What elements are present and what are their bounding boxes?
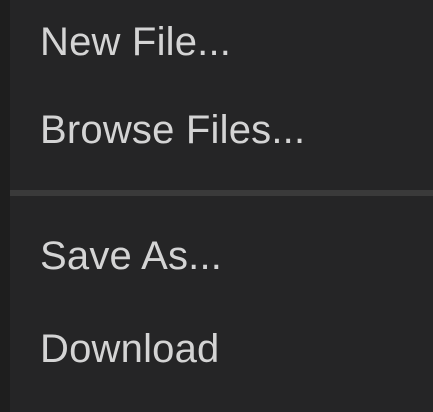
menu-item-label: Browse Files... — [40, 107, 306, 152]
menu-item-label: New File... — [40, 19, 232, 64]
menu-group-save: Save As... Download — [10, 210, 433, 396]
menu-item-save-as[interactable]: Save As... — [10, 210, 433, 303]
file-context-menu: New File... Browse Files... Save As... D… — [0, 0, 433, 412]
menu-group-file: New File... Browse Files... — [10, 0, 433, 176]
menu-item-browse-files[interactable]: Browse Files... — [10, 84, 433, 176]
menu-item-new-file[interactable]: New File... — [10, 0, 433, 84]
menu-item-label: Download — [40, 327, 220, 371]
menu-separator — [10, 190, 433, 196]
menu-item-label: Save As... — [40, 234, 223, 278]
menu-item-download[interactable]: Download — [10, 303, 433, 396]
